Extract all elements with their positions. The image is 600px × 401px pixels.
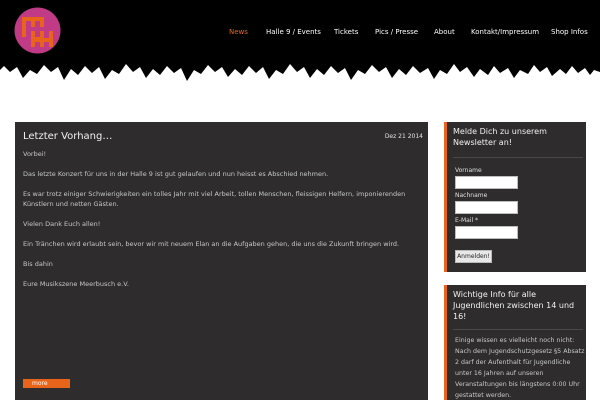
post-body: Vorbei! Das letzte Konzert für uns in de… bbox=[23, 149, 423, 299]
post-paragraph: Das letzte Konzert für uns in der Halle … bbox=[23, 170, 329, 178]
nav-item-kontakt-impressum[interactable]: Kontakt/Impressum bbox=[471, 27, 539, 37]
email-input[interactable] bbox=[455, 226, 518, 239]
info-widget: Wichtige Info für alle Jugendlichen zwis… bbox=[444, 285, 586, 400]
post-paragraph: Bis dahin bbox=[23, 260, 53, 268]
nav-item-halle9-events[interactable]: Halle 9 / Events bbox=[266, 27, 321, 37]
main-nav: News Halle 9 / Events Tickets Pics / Pre… bbox=[0, 27, 600, 39]
post-paragraph: Es war trotz einiger Schwierigkeiten ein… bbox=[23, 190, 406, 208]
more-button[interactable]: more bbox=[23, 379, 70, 388]
post-paragraph: Vorbei! bbox=[23, 150, 47, 158]
widget-divider bbox=[453, 329, 583, 330]
news-post: Letzter Vorhang… Dez 21 2014 Vorbei! Das… bbox=[15, 122, 428, 400]
post-paragraph: Eure Musikszene Meerbusch e.V. bbox=[23, 280, 129, 288]
newsletter-widget: Melde Dich zu unserem Newsletter an! Vor… bbox=[444, 122, 586, 272]
info-title: Wichtige Info für alle Jugendlichen zwis… bbox=[453, 290, 575, 321]
first-name-label: Vorname bbox=[455, 167, 482, 174]
post-date: Dez 21 2014 bbox=[384, 133, 423, 140]
newsletter-title: Melde Dich zu unserem Newsletter an! bbox=[453, 127, 547, 147]
nav-item-shop-infos[interactable]: Shop Infos bbox=[551, 27, 588, 37]
post-title[interactable]: Letzter Vorhang… bbox=[23, 131, 112, 142]
email-label: E-Mail * bbox=[455, 217, 479, 224]
nav-item-about[interactable]: About bbox=[434, 27, 455, 37]
info-body: Einige wissen es vielleicht noch nicht: … bbox=[455, 337, 585, 399]
subscribe-button[interactable]: Anmelden! bbox=[455, 250, 492, 263]
nav-item-news[interactable]: News bbox=[229, 27, 248, 37]
last-name-label: Nachname bbox=[455, 192, 488, 199]
post-paragraph: Vielen Dank Euch allen! bbox=[23, 220, 101, 228]
last-name-input[interactable] bbox=[455, 201, 518, 214]
site-header: News Halle 9 / Events Tickets Pics / Pre… bbox=[0, 0, 600, 100]
header-background bbox=[0, 0, 600, 81]
nav-item-tickets[interactable]: Tickets bbox=[334, 27, 358, 37]
widget-divider bbox=[453, 157, 583, 158]
first-name-input[interactable] bbox=[455, 176, 518, 189]
nav-item-pics-presse[interactable]: Pics / Presse bbox=[375, 27, 418, 37]
post-paragraph: Ein Tränchen wird erlaubt sein, bevor wi… bbox=[23, 240, 400, 248]
